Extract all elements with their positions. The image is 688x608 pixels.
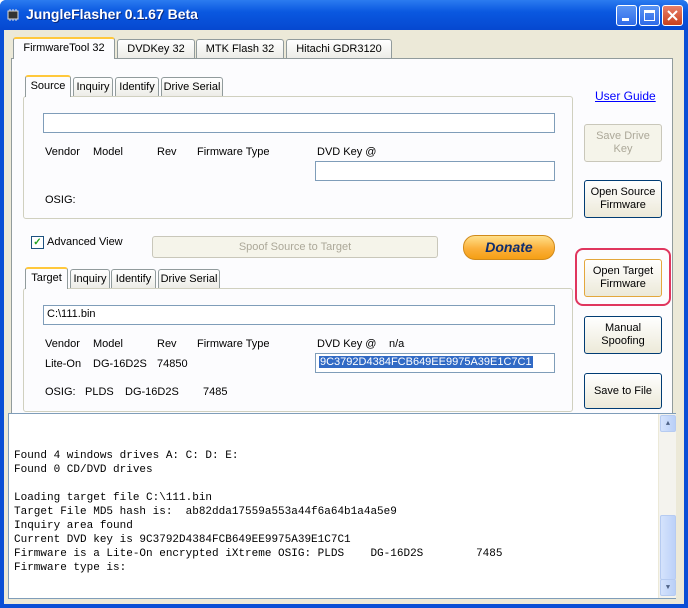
manual-spoofing-line1: Manual (604, 322, 642, 334)
scroll-down-button[interactable]: ▼ (660, 579, 676, 596)
close-button[interactable] (662, 5, 683, 26)
target-path-field[interactable]: C:\111.bin (43, 305, 555, 325)
maximize-icon (644, 10, 655, 21)
scroll-thumb[interactable] (660, 515, 676, 580)
save-drive-key-line2: Key (613, 143, 633, 155)
source-vendor-header: Vendor (45, 146, 80, 158)
advanced-view-label: Advanced View (47, 236, 123, 248)
source-osig-label: OSIG: (45, 194, 76, 206)
scroll-down-icon: ▼ (665, 583, 671, 592)
tab-mtk-flash[interactable]: MTK Flash 32 (196, 39, 284, 59)
tab-target-drive-serial[interactable]: Drive Serial (158, 269, 220, 289)
log-scrollbar[interactable]: ▲ ▼ (658, 414, 676, 598)
title-bar[interactable]: JungleFlasher 0.1.67 Beta (0, 0, 688, 30)
tab-target-inquiry[interactable]: Inquiry (70, 269, 110, 289)
target-model-value: DG-16D2S (93, 358, 147, 370)
target-vendor-header: Vendor (45, 338, 80, 350)
scroll-up-icon: ▲ (665, 419, 671, 428)
target-dvd-key-field[interactable]: 9C3792D4384FCB649EE9975A39E1C7C1 (315, 353, 555, 373)
target-rev-header: Rev (157, 338, 177, 350)
manual-spoofing-line2: Spoofing (601, 335, 645, 347)
target-firmware-type-header: Firmware Type (197, 338, 270, 350)
source-dvd-key-header: DVD Key @ (317, 146, 377, 158)
log-line: Loading target file C:\111.bin (14, 492, 213, 504)
tab-source[interactable]: Source (25, 75, 71, 97)
source-rev-header: Rev (157, 146, 177, 158)
log-line: Firmware is a Lite-On encrypted iXtreme … (14, 548, 503, 560)
open-source-firmware-button[interactable]: Open Source Firmware (584, 180, 662, 218)
advanced-view-checkbox[interactable]: ✓ (31, 236, 44, 249)
log-line: Found 4 windows drives A: C: D: E: (14, 450, 239, 462)
open-source-firmware-line2: Firmware (600, 199, 646, 211)
close-icon (667, 10, 678, 21)
log-line: Firmware type is: (14, 562, 127, 574)
log-line: Target File MD5 hash is: ab82dda17559a55… (14, 506, 397, 518)
scroll-up-button[interactable]: ▲ (660, 415, 676, 432)
source-model-header: Model (93, 146, 123, 158)
target-osig-model: DG-16D2S (125, 386, 179, 398)
donate-button[interactable]: Donate (463, 235, 555, 260)
open-source-firmware-line1: Open Source (590, 186, 656, 198)
log-line: Found 0 CD/DVD drives (14, 464, 153, 476)
tab-target[interactable]: Target (25, 267, 68, 289)
target-rev-value: 74850 (157, 358, 188, 370)
log-output[interactable]: Found 4 windows drives A: C: D: E: Found… (8, 413, 676, 599)
target-osig-label: OSIG: (45, 386, 76, 398)
target-osig-vendor: PLDS (85, 386, 114, 398)
manual-spoofing-button[interactable]: Manual Spoofing (584, 316, 662, 354)
save-drive-key-line1: Save Drive (596, 130, 650, 142)
save-to-file-button[interactable]: Save to File (584, 373, 662, 409)
open-target-firmware-button[interactable]: Open Target Firmware (584, 259, 662, 297)
target-osig-rev: 7485 (203, 386, 228, 398)
chip-icon (7, 9, 19, 21)
source-path-field[interactable] (43, 113, 555, 133)
target-dvd-key-header: DVD Key @ (317, 338, 377, 350)
target-dvd-key-location: n/a (389, 338, 405, 350)
source-dvd-key-field[interactable] (315, 161, 555, 181)
tab-firmwaretool[interactable]: FirmwareTool 32 (13, 37, 115, 59)
log-line: Current DVD key is 9C3792D4384FCB649EE99… (14, 534, 351, 546)
window-title: JungleFlasher 0.1.67 Beta (26, 6, 198, 22)
open-target-firmware-line1: Open Target (592, 265, 654, 277)
user-guide-link[interactable]: User Guide (595, 89, 656, 103)
open-target-firmware-line2: Firmware (600, 278, 646, 290)
tab-source-inquiry[interactable]: Inquiry (73, 77, 113, 97)
log-line: Inquiry area found (14, 520, 133, 532)
maximize-button[interactable] (639, 5, 660, 26)
tab-dvdkey[interactable]: DVDKey 32 (117, 39, 195, 59)
tab-hitachi[interactable]: Hitachi GDR3120 (286, 39, 392, 59)
minimize-button[interactable] (616, 5, 637, 26)
tab-source-drive-serial[interactable]: Drive Serial (161, 77, 223, 97)
target-vendor-value: Lite-On (45, 358, 82, 370)
source-firmware-type-header: Firmware Type (197, 146, 270, 158)
save-drive-key-button[interactable]: Save Drive Key (584, 124, 662, 162)
target-model-header: Model (93, 338, 123, 350)
target-dvd-key-value: 9C3792D4384FCB649EE9975A39E1C7C1 (319, 356, 533, 368)
tab-source-identify[interactable]: Identify (115, 77, 159, 97)
tab-target-identify[interactable]: Identify (111, 269, 156, 289)
spoof-source-to-target-button[interactable]: Spoof Source to Target (152, 236, 438, 258)
minimize-icon (622, 18, 629, 21)
